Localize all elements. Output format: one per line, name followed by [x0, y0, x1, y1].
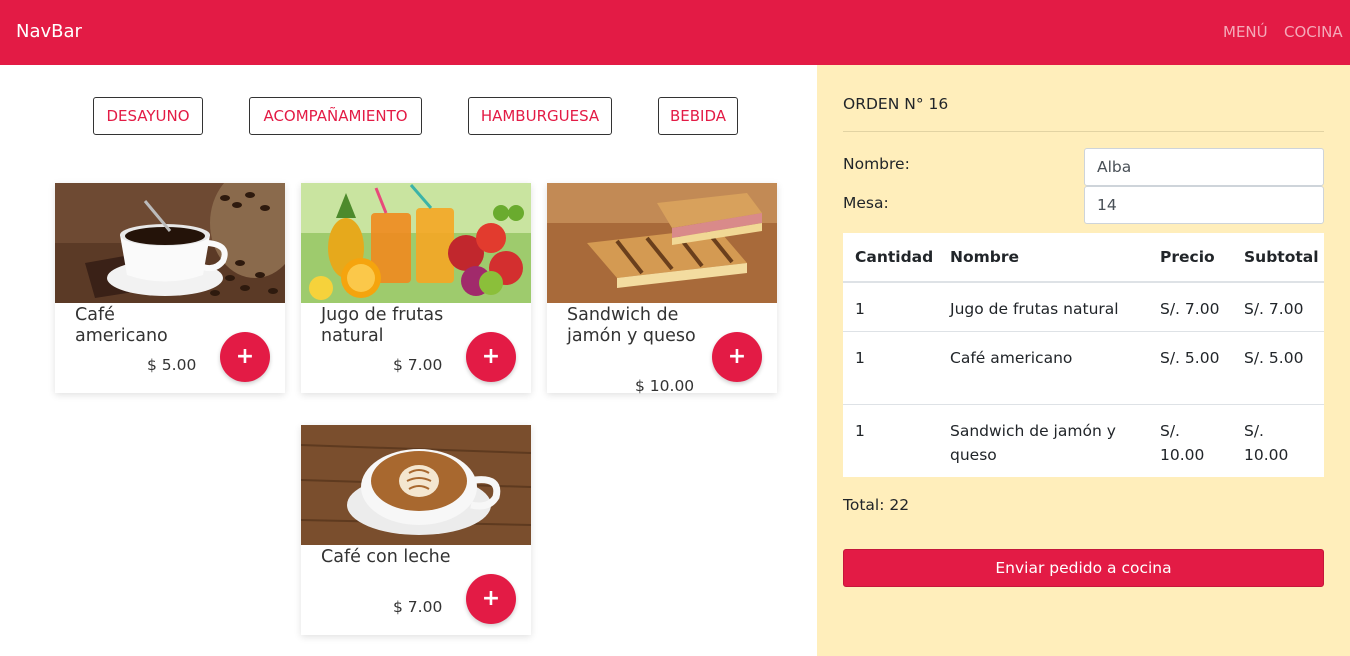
table-row: 1 Sandwich de jamón y queso S/. 10.00 S/…: [843, 404, 1324, 477]
send-to-kitchen-button[interactable]: Enviar pedido a cocina: [843, 549, 1324, 587]
product-price: $ 5.00: [147, 356, 197, 374]
product-name: Jugo de frutas natural: [321, 305, 444, 346]
fruit-juice-photo: [301, 183, 531, 303]
row-subtotal: S/. 10.00: [1244, 422, 1289, 464]
product-name: Café americano: [75, 305, 168, 346]
order-table: Cantidad Nombre Precio Subtotal 1 Jugo d…: [843, 233, 1324, 477]
product-card: Café con leche $ 7.00 +: [301, 425, 531, 635]
order-total: Total: 22: [843, 496, 910, 514]
product-card: Café americano $ 5.00 +: [55, 183, 285, 393]
nav-link-menu[interactable]: MENÚ: [1223, 23, 1268, 41]
row-price: S/. 7.00: [1160, 300, 1220, 318]
menu-area: DESAYUNO ACOMPAÑAMIENTO HAMBURGUESA BEBI…: [0, 65, 817, 656]
order-title: ORDEN N° 16: [843, 95, 949, 113]
category-button-bebida[interactable]: BEBIDA: [658, 97, 738, 135]
order-panel: ORDEN N° 16 Nombre: Mesa: Cantidad Nombr…: [817, 65, 1350, 656]
product-name: Café con leche: [321, 547, 451, 567]
column-header-nombre: Nombre: [950, 248, 1020, 266]
product-card: Sandwich de jamón y queso $ 10.00 +: [547, 183, 777, 395]
category-button-hamburguesa[interactable]: HAMBURGUESA: [468, 97, 612, 135]
row-subtotal: S/. 7.00: [1244, 300, 1304, 318]
ham-cheese-sandwich-photo: [547, 183, 777, 303]
row-name: Jugo de frutas natural: [950, 300, 1119, 318]
table-row: 1 Café americano S/. 5.00 S/. 5.00: [843, 331, 1324, 404]
table-row: 1 Jugo de frutas natural S/. 7.00 S/. 7.…: [843, 281, 1324, 331]
product-name: Sandwich de jamón y queso: [567, 305, 696, 346]
product-price: $ 7.00: [393, 598, 443, 616]
row-quantity: 1: [855, 349, 865, 367]
add-to-order-button[interactable]: +: [466, 574, 516, 624]
table-input[interactable]: [1084, 186, 1324, 224]
nav-link-cocina[interactable]: COCINA: [1284, 23, 1343, 41]
column-header-subtotal: Subtotal: [1244, 248, 1319, 266]
row-price: S/. 5.00: [1160, 349, 1220, 367]
row-price: S/. 10.00: [1160, 422, 1205, 464]
name-label: Nombre:: [843, 155, 910, 173]
add-to-order-button[interactable]: +: [712, 332, 762, 382]
product-price: $ 7.00: [393, 356, 443, 374]
row-name: Sandwich de jamón y queso: [950, 422, 1116, 464]
column-header-precio: Precio: [1160, 248, 1215, 266]
latte-art-photo: [301, 425, 531, 545]
row-quantity: 1: [855, 422, 865, 440]
row-name: Café americano: [950, 349, 1073, 367]
column-header-cantidad: Cantidad: [855, 248, 934, 266]
navbar-brand[interactable]: NavBar: [16, 21, 82, 42]
category-button-acompanamiento[interactable]: ACOMPAÑAMIENTO: [249, 97, 422, 135]
add-to-order-button[interactable]: +: [220, 332, 270, 382]
add-to-order-button[interactable]: +: [466, 332, 516, 382]
category-button-desayuno[interactable]: DESAYUNO: [93, 97, 203, 135]
row-subtotal: S/. 5.00: [1244, 349, 1304, 367]
row-quantity: 1: [855, 300, 865, 318]
coffee-cup-photo: [55, 183, 285, 303]
table-label: Mesa:: [843, 194, 889, 212]
navbar: NavBar MENÚ COCINA: [0, 0, 1350, 65]
product-card: Jugo de frutas natural $ 7.00 +: [301, 183, 531, 393]
divider: [843, 131, 1324, 132]
name-input[interactable]: [1084, 148, 1324, 186]
product-price: $ 10.00: [635, 377, 695, 395]
